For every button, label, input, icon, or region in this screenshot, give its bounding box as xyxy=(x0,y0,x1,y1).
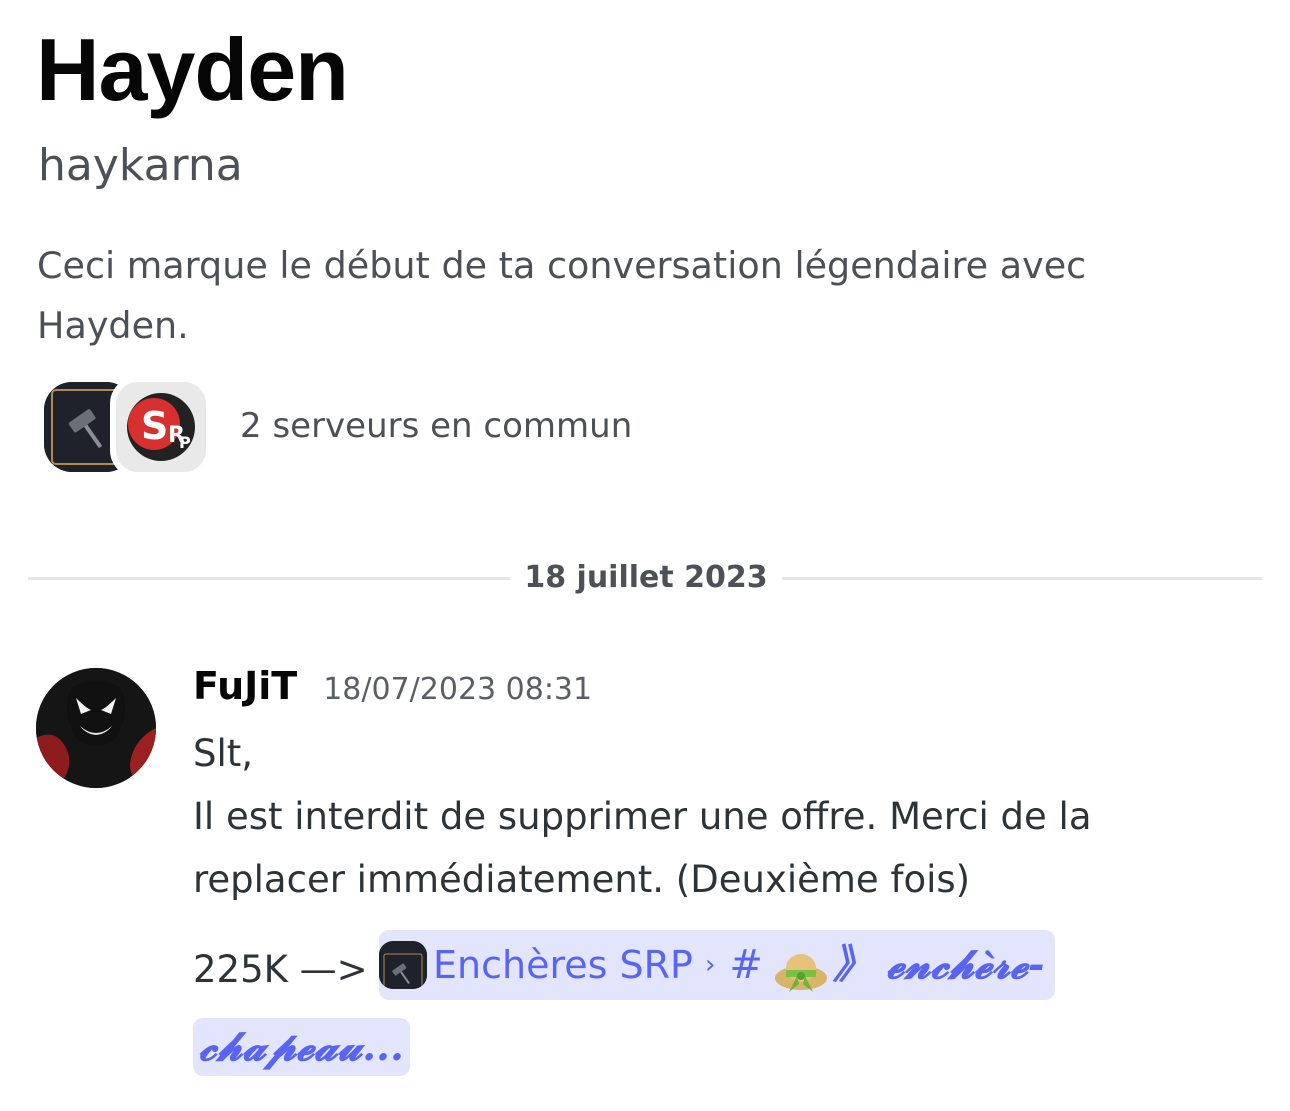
hash-icon: # xyxy=(729,942,763,988)
mention-channel-name-part1: 》 𝓮𝓷𝓬𝓱𝓮̀𝓻𝓮- xyxy=(832,941,1045,988)
message-line-1: Slt, xyxy=(193,732,254,775)
srp-logo-icon[interactable]: S R P xyxy=(110,376,212,478)
profile-display-name: Hayden xyxy=(36,20,349,119)
mention-server-name: Enchères SRP xyxy=(433,943,693,987)
message-author[interactable]: FuJiT xyxy=(193,664,297,708)
message-body: Slt, Il est interdit de supprimer une of… xyxy=(193,722,1253,911)
mutual-servers-text[interactable]: 2 serveurs en commun xyxy=(240,406,632,446)
message-timestamp: 18/07/2023 08:31 xyxy=(323,672,593,707)
divider-line-right xyxy=(782,577,1262,580)
conversation-intro-text: Ceci marque le début de ta conversation … xyxy=(37,244,1087,347)
offer-price: 225K —> xyxy=(193,948,368,991)
chevron-right-icon: › xyxy=(704,950,716,980)
channel-mention-continued[interactable]: 𝓬𝓱𝓪𝓹𝓮𝓪𝓾... xyxy=(193,1018,410,1076)
mention-channel-name-part2: 𝓬𝓱𝓪𝓹𝓮𝓪𝓾... xyxy=(199,1023,404,1070)
straw-hat-icon xyxy=(773,940,829,992)
auction-gavel-icon xyxy=(379,941,427,989)
date-divider: 18 juillet 2023 xyxy=(28,556,1262,600)
svg-text:S: S xyxy=(141,404,168,448)
svg-text:P: P xyxy=(179,433,191,452)
message-header: FuJiT 18/07/2023 08:31 xyxy=(193,664,592,708)
channel-mention[interactable]: Enchères SRP › # 》 𝓮𝓷𝓬𝓱𝓮̀𝓻𝓮- xyxy=(379,930,1055,1000)
divider-line-left xyxy=(28,577,510,580)
message-line-2: Il est interdit de supprimer une offre. … xyxy=(193,795,1092,901)
mutual-server-icons[interactable]: S R P xyxy=(44,376,214,478)
author-avatar[interactable] xyxy=(36,668,156,788)
mutual-servers-row[interactable]: S R P 2 serveurs en commun xyxy=(44,376,632,478)
date-divider-label: 18 juillet 2023 xyxy=(524,560,768,595)
profile-username: haykarna xyxy=(38,140,243,191)
